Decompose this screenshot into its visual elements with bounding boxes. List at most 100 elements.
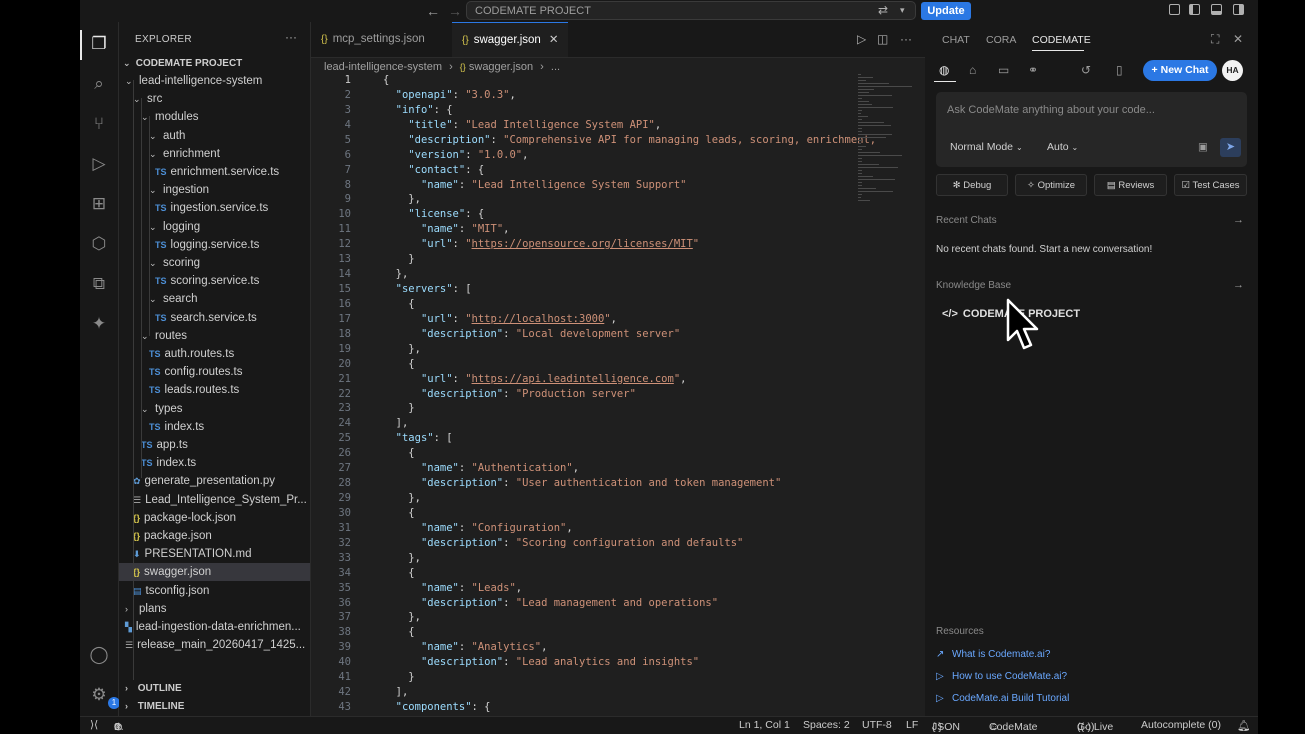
cursor-position[interactable]: Ln 1, Col 1	[739, 719, 790, 731]
search-icon[interactable]: ⌕	[88, 73, 110, 95]
tree-folder[interactable]: ⌄ auth	[119, 127, 310, 145]
tree-folder[interactable]: ⌄ modules	[119, 108, 310, 126]
tree-file[interactable]: ☰ release_main_20260417_1425...	[119, 636, 310, 654]
send-button[interactable]: ➤	[1220, 138, 1241, 157]
chevron-down-icon[interactable]: ▾	[900, 5, 905, 16]
customize-layout-icon[interactable]	[1169, 4, 1180, 15]
resource-link-how-to[interactable]: ▷ How to use CodeMate.ai?	[936, 671, 1067, 682]
arrow-right-icon[interactable]: →	[1233, 214, 1244, 226]
close-icon[interactable]: ✕	[1233, 32, 1243, 46]
debug-chip[interactable]: ✻ Debug	[936, 174, 1008, 196]
outline-section[interactable]: › OUTLINE	[119, 679, 310, 697]
robot-icon[interactable]: ⌂	[969, 63, 976, 77]
tab-mcp-settings[interactable]: {} mcp_settings.json	[311, 22, 435, 57]
share-icon[interactable]: ⇄	[878, 3, 888, 17]
extensions-icon[interactable]: ⊞	[88, 193, 110, 215]
run-debug-icon[interactable]: ▷	[88, 153, 110, 175]
settings-gear-icon[interactable]: ⚙ 1	[88, 684, 120, 709]
tree-folder[interactable]: ⌄ src	[119, 90, 310, 108]
tree-file[interactable]: TS scoring.service.ts	[119, 272, 310, 290]
toggle-primary-sidebar-icon[interactable]	[1189, 4, 1200, 15]
toggle-panel-icon[interactable]	[1211, 4, 1222, 15]
python-icon[interactable]: ✦	[88, 313, 110, 335]
tree-file[interactable]: ✿ generate_presentation.py	[119, 472, 310, 490]
reviews-chip[interactable]: ▤ Reviews	[1094, 174, 1167, 196]
chat-input-box[interactable]: Ask CodeMate anything about your code...…	[936, 92, 1247, 167]
autocomplete-status[interactable]: Autocomplete (0)	[1141, 719, 1221, 731]
tree-file[interactable]: {} package-lock.json	[119, 509, 310, 527]
tree-file[interactable]: TS auth.routes.ts	[119, 345, 310, 363]
source-control-icon[interactable]: ⑂	[88, 113, 110, 135]
chat-input-placeholder[interactable]: Ask CodeMate anything about your code...	[947, 104, 1155, 116]
tree-folder[interactable]: ⌄ lead-intelligence-system	[119, 72, 310, 90]
tree-file[interactable]: {} swagger.json	[119, 563, 310, 582]
encoding[interactable]: UTF-8	[862, 719, 892, 731]
maximize-icon[interactable]: ⛶	[1211, 32, 1219, 47]
optimize-chip[interactable]: ✧ Optimize	[1015, 174, 1087, 196]
accounts-icon[interactable]: ◯	[88, 644, 110, 666]
image-attach-icon[interactable]: ▣	[1198, 141, 1208, 153]
split-editor-icon[interactable]: ◫	[877, 32, 888, 46]
command-center[interactable]: CODEMATE PROJECT	[466, 1, 916, 20]
end-of-line[interactable]: LF	[906, 719, 918, 731]
history-icon[interactable]: ↺	[1081, 63, 1091, 77]
book-icon[interactable]: ▯	[1116, 63, 1123, 77]
package-icon[interactable]: ⬡	[88, 233, 110, 255]
explorer-icon[interactable]: ❐	[88, 33, 110, 55]
tree-file[interactable]: TS enrichment.service.ts	[119, 163, 310, 181]
project-root[interactable]: ⌄ CODEMATE PROJECT	[119, 54, 310, 72]
resource-link-what-is[interactable]: ↗ What is Codemate.ai?	[936, 649, 1050, 660]
tree-file[interactable]: ▚ lead-ingestion-data-enrichmen...	[119, 618, 310, 636]
remote-explorer-icon[interactable]: ⧉	[88, 273, 110, 295]
code-editor[interactable]: 1{2 "openapi": "3.0.3", 3 "info": {4 "tit…	[311, 72, 876, 716]
arrow-right-icon[interactable]: →	[1233, 279, 1244, 291]
back-arrow-icon[interactable]: ←	[426, 3, 440, 19]
tree-file[interactable]: ⬇ PRESENTATION.md	[119, 545, 310, 563]
tree-folder[interactable]: ⌄ logging	[119, 218, 310, 236]
tab-cora[interactable]: CORA	[986, 34, 1016, 46]
tree-file[interactable]: TS logging.service.ts	[119, 236, 310, 254]
tree-folder[interactable]: ⌄ enrichment	[119, 145, 310, 163]
resource-link-tutorial[interactable]: ▷ CodeMate.ai Build Tutorial	[936, 693, 1069, 704]
tree-file[interactable]: {} package.json	[119, 527, 310, 545]
tree-file[interactable]: ▤ tsconfig.json	[119, 582, 310, 600]
tree-folder[interactable]: ⌄ ingestion	[119, 181, 310, 199]
code-token[interactable]: http://localhost:3000	[472, 313, 605, 325]
model-select[interactable]: Auto ⌄	[1047, 141, 1078, 153]
test-cases-chip[interactable]: ☑ Test Cases	[1174, 174, 1247, 196]
code-token[interactable]: https://opensource.org/licenses/MIT	[472, 238, 693, 250]
new-chat-button[interactable]: + New Chat	[1143, 60, 1217, 81]
toggle-secondary-sidebar-icon[interactable]	[1233, 4, 1244, 15]
tree-folder[interactable]: ⌄ search	[119, 290, 310, 308]
tree-folder[interactable]: › plans	[119, 600, 310, 618]
close-icon[interactable]: ✕	[549, 34, 559, 46]
tab-codemate[interactable]: CODEMATE	[1032, 34, 1091, 46]
tree-file[interactable]: TS index.ts	[119, 418, 310, 436]
indentation[interactable]: Spaces: 2	[803, 719, 850, 731]
tree-file[interactable]: TS app.ts	[119, 436, 310, 454]
tab-chat[interactable]: CHAT	[942, 34, 970, 46]
tree-file[interactable]: TS leads.routes.ts	[119, 381, 310, 399]
minimap[interactable]	[856, 72, 916, 716]
tree-file[interactable]: TS ingestion.service.ts	[119, 199, 310, 217]
workflow-icon[interactable]: ⚭	[1028, 63, 1038, 77]
forward-arrow-icon[interactable]: →	[448, 3, 462, 19]
tree-folder[interactable]: ⌄ routes	[119, 327, 310, 345]
tab-swagger[interactable]: {} swagger.json ✕	[452, 22, 569, 57]
more-actions-icon[interactable]: ···	[285, 30, 297, 44]
tree-folder[interactable]: ⌄ scoring	[119, 254, 310, 272]
tree-folder[interactable]: ⌄ types	[119, 400, 310, 418]
mode-select[interactable]: Normal Mode ⌄	[950, 141, 1023, 153]
tree-file[interactable]: TS index.ts	[119, 454, 310, 472]
update-button[interactable]: Update	[921, 2, 971, 20]
more-actions-icon[interactable]: ···	[900, 32, 912, 46]
code-token[interactable]: https://api.leadintelligence.com	[472, 373, 674, 385]
avatar[interactable]: HA	[1222, 60, 1243, 81]
tree-file[interactable]: ☰ Lead_Intelligence_System_Pr...	[119, 491, 310, 509]
ticket-icon[interactable]: ▭	[998, 63, 1009, 77]
run-icon[interactable]: ▷	[857, 32, 866, 46]
timeline-section[interactable]: › TIMELINE	[119, 697, 310, 715]
tree-file[interactable]: TS search.service.ts	[119, 309, 310, 327]
notifications-bell-icon[interactable]: 🔔︎	[1237, 719, 1250, 732]
vertical-scrollbar[interactable]	[916, 72, 925, 716]
